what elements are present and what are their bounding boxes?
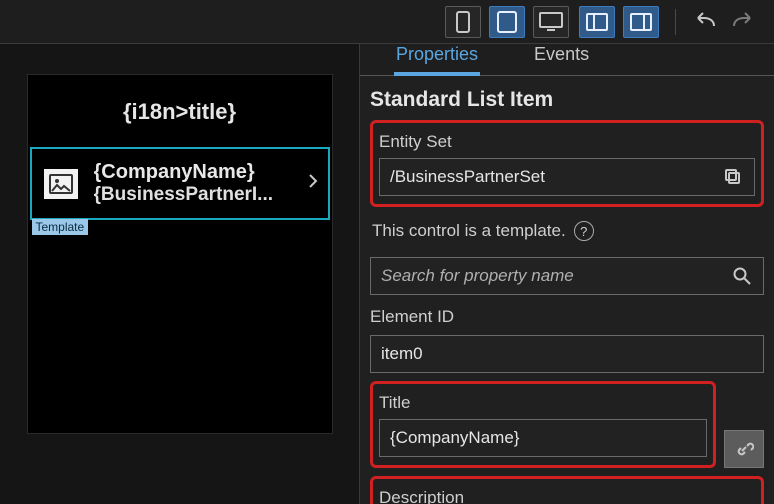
redo-icon[interactable] (728, 12, 756, 32)
preview-frame: {i18n>title} {CompanyName} {BusinessPart… (27, 74, 333, 434)
device-desktop-button[interactable] (533, 6, 569, 38)
title-value: {CompanyName} (390, 428, 519, 448)
title-row: Title {CompanyName} (370, 381, 764, 468)
top-toolbar (0, 0, 774, 44)
template-note: This control is a template. ? (370, 215, 764, 249)
list-item-text: {CompanyName} {BusinessPartnerI... (94, 161, 292, 206)
bind-title-button[interactable] (724, 430, 764, 468)
main-area: {i18n>title} {CompanyName} {BusinessPart… (0, 44, 774, 504)
property-search-input[interactable] (381, 266, 731, 286)
link-icon (734, 439, 754, 459)
copy-icon[interactable] (722, 166, 744, 188)
property-search-field[interactable] (370, 257, 764, 295)
list-item-description: {BusinessPartnerI... (94, 184, 292, 206)
list-item-title: {CompanyName} (94, 161, 292, 184)
title-field[interactable]: {CompanyName} (379, 419, 707, 457)
element-id-field[interactable]: item0 (370, 335, 764, 373)
list-item-selected[interactable]: {CompanyName} {BusinessPartnerI... Templ… (30, 147, 330, 220)
entity-set-value: /BusinessPartnerSet (390, 167, 722, 187)
canvas-pane: {i18n>title} {CompanyName} {BusinessPart… (0, 44, 360, 504)
search-icon[interactable] (731, 265, 753, 287)
description-label: Description (379, 488, 755, 504)
history-group (692, 12, 756, 32)
description-highlight: Description (370, 476, 764, 504)
device-toggle-group (445, 6, 569, 38)
panel-toggle-group (579, 6, 659, 38)
device-phone-button[interactable] (445, 6, 481, 38)
undo-icon[interactable] (692, 12, 720, 32)
preview-app-title: {i18n>title} (28, 75, 332, 147)
tab-bar: Properties Events (360, 44, 774, 76)
control-heading: Standard List Item (360, 76, 774, 120)
tab-events[interactable]: Events (534, 44, 589, 75)
image-placeholder-icon (44, 169, 78, 199)
template-tag: Template (32, 219, 89, 235)
properties-list: Entity Set /BusinessPartnerSet This cont… (360, 120, 774, 504)
tab-properties[interactable]: Properties (396, 44, 478, 75)
element-id-value: item0 (381, 344, 423, 364)
help-icon[interactable]: ? (574, 221, 594, 241)
entity-set-field[interactable]: /BusinessPartnerSet (379, 158, 755, 196)
right-panel-toggle[interactable] (623, 6, 659, 38)
element-id-label: Element ID (370, 307, 764, 327)
properties-pane: Properties Events Standard List Item Ent… (360, 44, 774, 504)
entity-set-label: Entity Set (379, 132, 755, 152)
chevron-right-icon (308, 172, 318, 195)
template-note-text: This control is a template. (372, 221, 566, 241)
title-highlight: Title {CompanyName} (370, 381, 716, 468)
title-label: Title (379, 393, 707, 413)
device-tablet-button[interactable] (489, 6, 525, 38)
left-panel-toggle[interactable] (579, 6, 615, 38)
entity-set-highlight: Entity Set /BusinessPartnerSet (370, 120, 764, 207)
toolbar-separator (675, 9, 676, 35)
